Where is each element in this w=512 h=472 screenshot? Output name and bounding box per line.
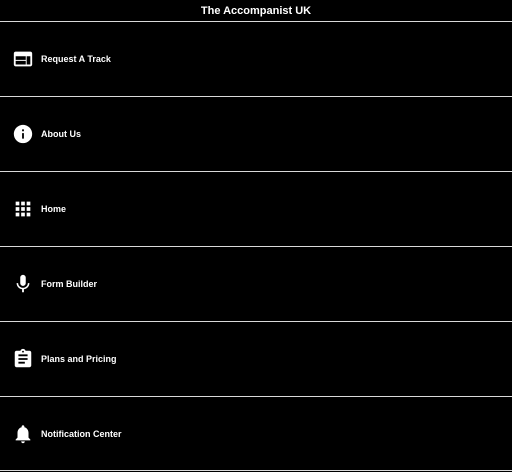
menu-item-label: About Us — [41, 129, 81, 139]
menu-item-form-builder[interactable]: Form Builder — [0, 247, 512, 322]
menu-item-plans-and-pricing[interactable]: Plans and Pricing — [0, 322, 512, 397]
app-title: The Accompanist UK — [200, 4, 312, 17]
clipboard-icon — [12, 348, 34, 370]
microphone-icon — [12, 273, 34, 295]
web-icon — [12, 48, 34, 70]
menu-item-label: Request A Track — [41, 54, 111, 64]
menu-item-about-us[interactable]: About Us — [0, 97, 512, 172]
menu-item-label: Home — [41, 204, 67, 214]
menu-item-label: Plans and Pricing — [41, 354, 117, 364]
info-icon — [12, 123, 34, 145]
bell-icon — [12, 423, 34, 445]
menu-item-request-a-track[interactable]: Request A Track — [0, 22, 512, 97]
menu-item-home[interactable]: Home — [0, 172, 512, 247]
app-root: The Accompanist UK Request A Track About… — [0, 0, 512, 472]
menu-item-notification-center[interactable]: Notification Center — [0, 397, 512, 471]
main-menu: Request A Track About Us Home Form Build… — [0, 22, 512, 471]
menu-item-label: Form Builder — [41, 279, 98, 289]
app-header: The Accompanist UK — [0, 0, 512, 22]
menu-item-label: Notification Center — [41, 428, 122, 439]
apps-grid-icon — [12, 198, 34, 220]
